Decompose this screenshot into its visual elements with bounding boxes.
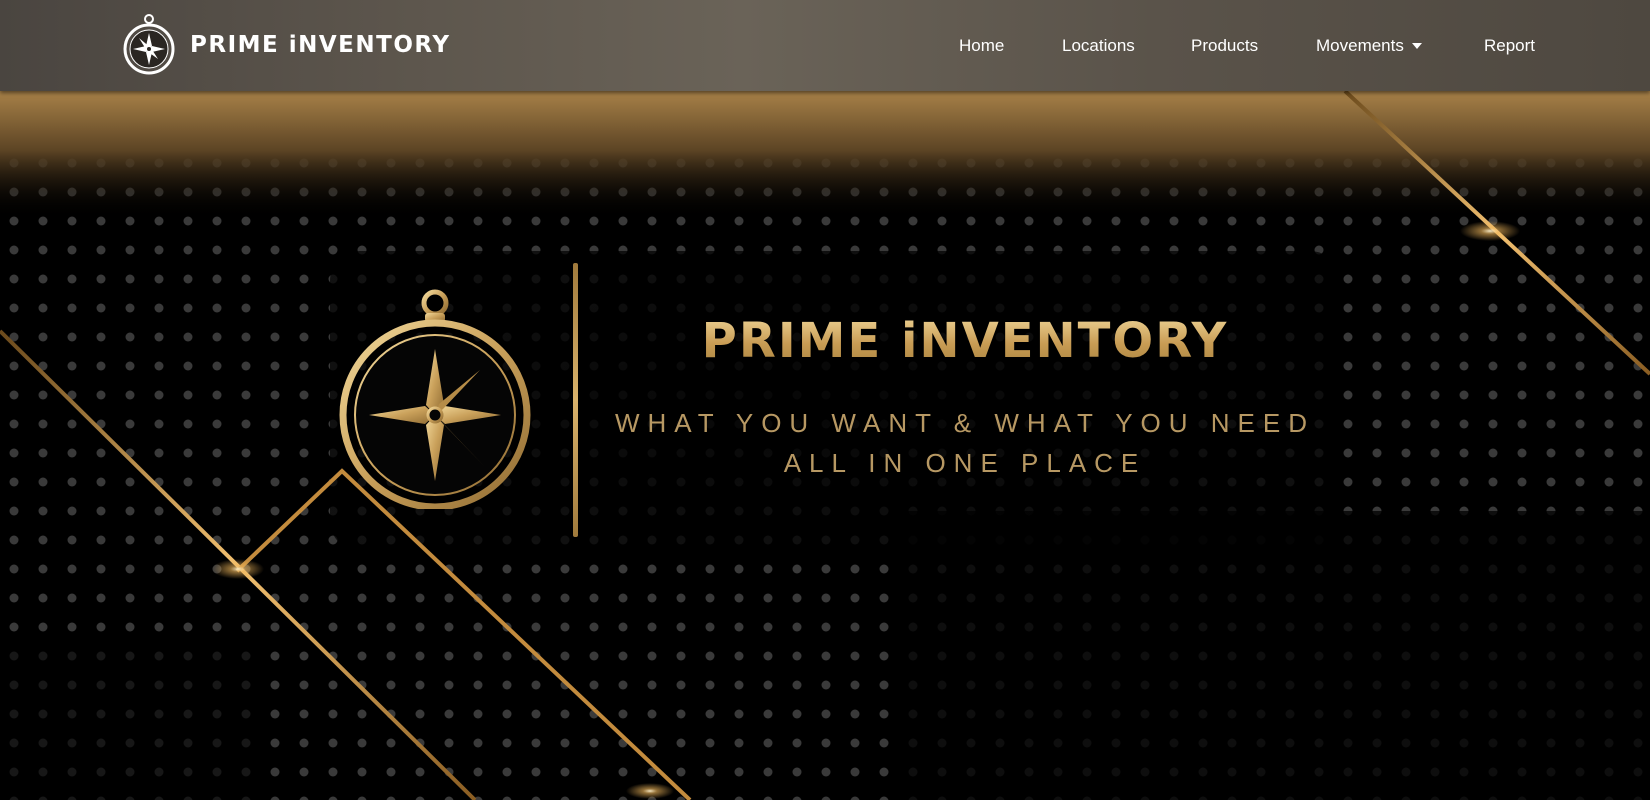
nav-products[interactable]: Products bbox=[1191, 36, 1258, 56]
hero-tagline: WHAT YOU WANT & WHAT YOU NEED ALL IN ONE… bbox=[600, 403, 1330, 483]
compass-icon bbox=[123, 14, 175, 75]
nav-movements-dropdown[interactable]: Movements bbox=[1316, 36, 1422, 56]
hero-tagline-line2: ALL IN ONE PLACE bbox=[783, 448, 1147, 478]
banner-divider bbox=[573, 263, 578, 537]
hero-title: PRIME iNVENTORY bbox=[600, 313, 1330, 369]
hero-banner: PRIME iNVENTORY WHAT YOU WANT & WHAT YOU… bbox=[0, 91, 1650, 800]
hero-tagline-line1: WHAT YOU WANT & WHAT YOU NEED bbox=[614, 408, 1316, 438]
nav-locations[interactable]: Locations bbox=[1062, 36, 1135, 56]
brand-link[interactable]: PRIME iNVENTORY bbox=[120, 14, 450, 76]
nav-home[interactable]: Home bbox=[959, 36, 1004, 56]
navbar: PRIME iNVENTORY Home Locations Products … bbox=[0, 0, 1650, 91]
nav-movements-label: Movements bbox=[1316, 36, 1404, 55]
nav-report[interactable]: Report bbox=[1484, 36, 1535, 56]
compass-icon bbox=[339, 289, 531, 509]
brand-name: PRIME iNVENTORY bbox=[190, 32, 451, 58]
caret-down-icon bbox=[1411, 43, 1422, 49]
